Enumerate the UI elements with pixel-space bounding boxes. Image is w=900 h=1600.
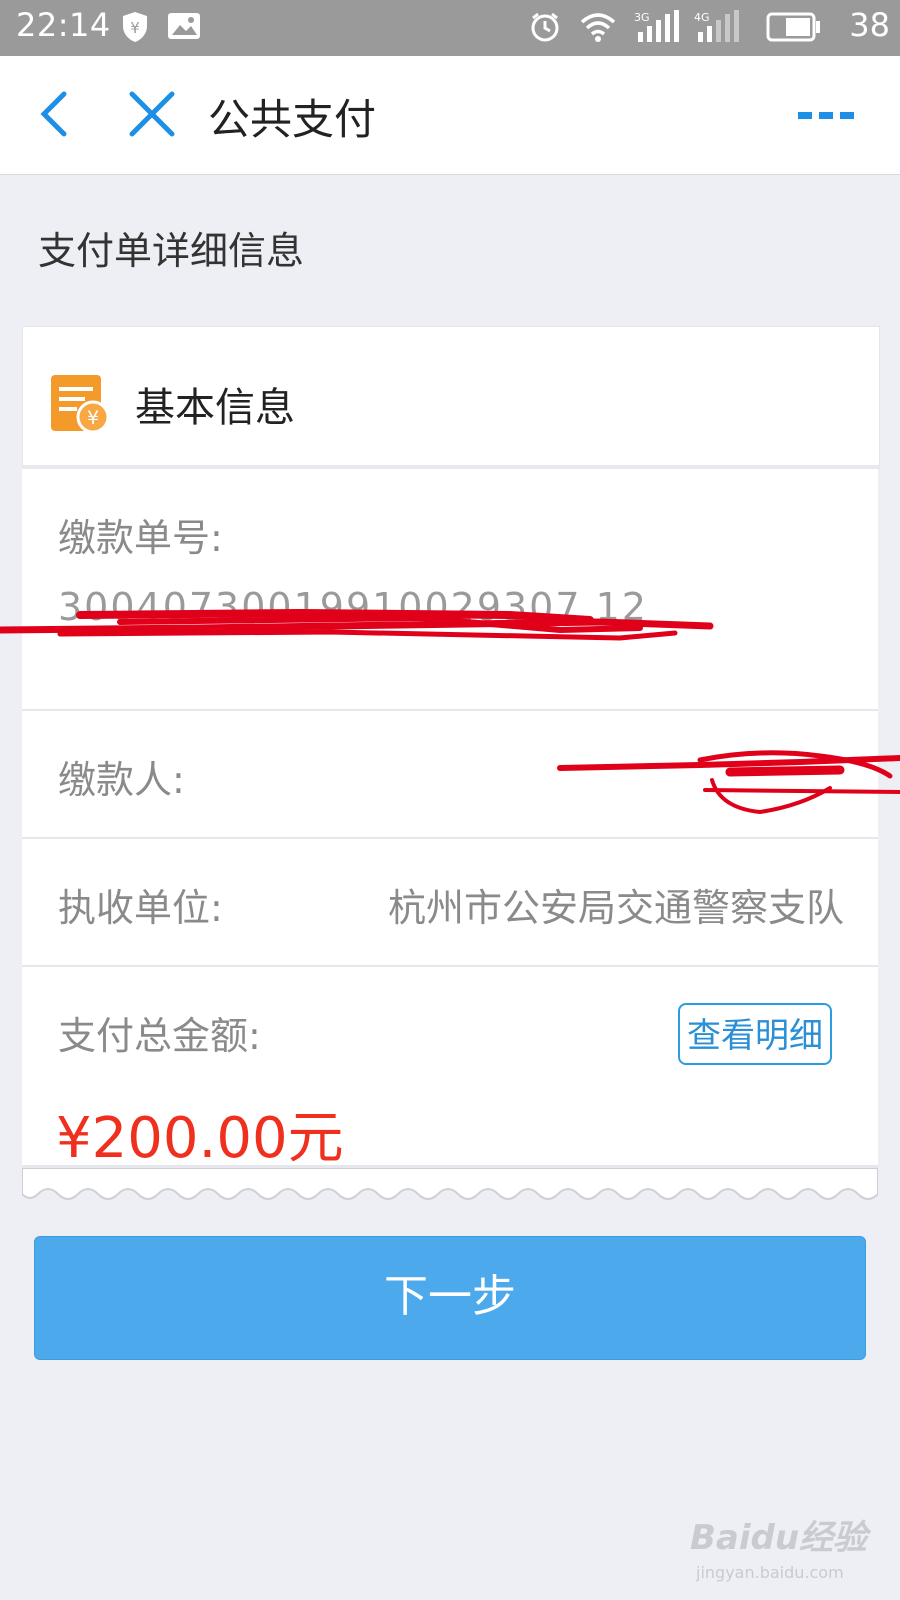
image-icon	[168, 13, 200, 39]
view-details-button[interactable]: 查看明细	[678, 1003, 832, 1065]
status-time: 22:14	[16, 6, 111, 44]
section-title: 支付单详细信息	[38, 229, 305, 273]
total-row: 支付总金额: 查看明细 ¥200.00元	[22, 967, 878, 1171]
battery-icon	[766, 12, 820, 42]
svg-text:¥: ¥	[130, 19, 140, 37]
signal-4g-label: 4G	[694, 11, 710, 24]
signal-3g-label: 3G	[634, 11, 650, 24]
page-title: 公共支付	[208, 95, 377, 144]
receipt-edge	[22, 1168, 878, 1200]
watermark: Baidu经验 jingyan.baidu.com	[690, 1510, 867, 1582]
alarm-icon	[531, 12, 559, 42]
back-arrow-icon[interactable]	[30, 86, 80, 142]
watermark-brand: Baidu经验	[690, 1518, 868, 1558]
next-step-button[interactable]: 下一步	[34, 1236, 866, 1360]
agency-label: 执收单位:	[58, 886, 223, 930]
order-number-value: 30040730019910029307 12	[58, 585, 648, 629]
total-label: 支付总金额:	[58, 1014, 261, 1058]
order-number-row: 缴款单号: 30040730019910029307 12	[22, 469, 878, 711]
svg-text:¥: ¥	[87, 407, 99, 429]
status-bar: 22:14 ¥ 3G 4G 38	[0, 0, 900, 56]
wifi-icon	[580, 13, 616, 42]
nav-bar: 公共支付	[0, 56, 900, 175]
signal-4g-icon: 4G	[694, 10, 739, 42]
more-icon[interactable]	[796, 102, 856, 126]
close-icon[interactable]	[124, 86, 180, 142]
payer-row: 缴款人:	[22, 711, 878, 839]
bill-yuan-icon: ¥	[51, 375, 110, 434]
agency-value: 杭州市公安局交通警察支队	[387, 886, 844, 930]
basic-info-title: 基本信息	[135, 385, 295, 431]
shield-yuan-icon: ¥	[123, 12, 147, 42]
total-amount: ¥200.00元	[56, 1106, 344, 1171]
agency-row: 执收单位: 杭州市公安局交通警察支队	[22, 839, 878, 967]
signal-3g-icon: 3G	[634, 10, 679, 42]
watermark-url: jingyan.baidu.com	[696, 1563, 844, 1582]
basic-info-header: ¥ 基本信息	[22, 326, 880, 470]
order-number-label: 缴款单号:	[58, 516, 223, 560]
battery-level: 38	[849, 6, 890, 44]
payer-label: 缴款人:	[58, 758, 185, 802]
